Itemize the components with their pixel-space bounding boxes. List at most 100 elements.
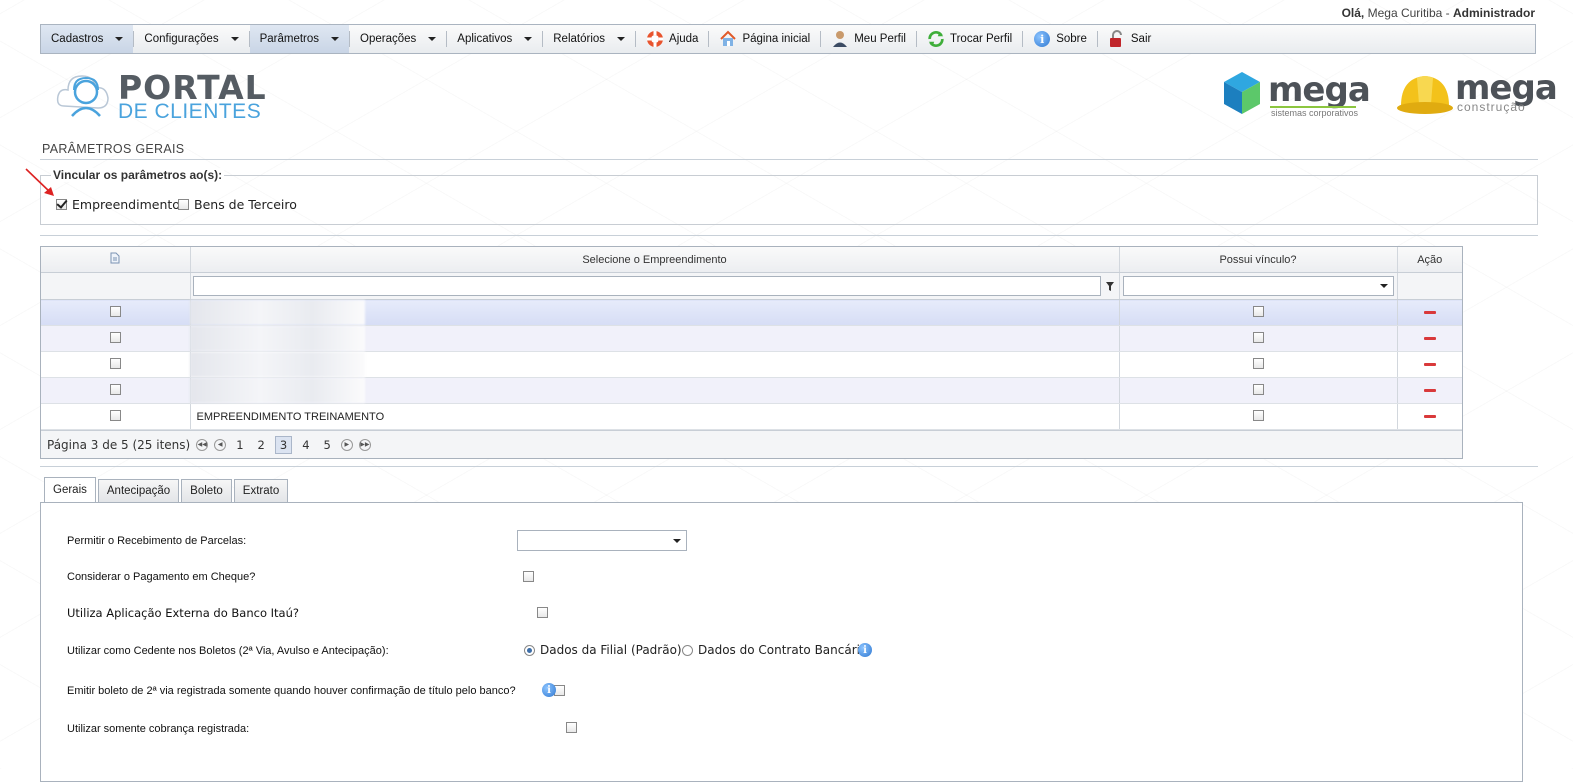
filter-empty-cell: [41, 272, 191, 300]
menu-pagina-inicial[interactable]: Página inicial: [709, 25, 820, 53]
menu-pagina-inicial-label: Página inicial: [742, 33, 811, 45]
row-checkbox[interactable]: [109, 409, 121, 421]
vinculo-checkbox[interactable]: [1252, 305, 1264, 317]
page-link-2[interactable]: 2: [254, 437, 269, 453]
grid-header: Selecione o Empreendimento Possui víncul…: [41, 247, 1462, 273]
emitir-label: Emitir boleto de 2ª via registrada somen…: [67, 685, 516, 697]
row-vinculo-cell: [1119, 403, 1398, 430]
bens-terceiro-checkbox[interactable]: [178, 199, 189, 210]
option-empreendimento[interactable]: Empreendimento: [56, 197, 180, 212]
remove-icon[interactable]: [1423, 415, 1436, 419]
permitir-label: Permitir o Recebimento de Parcelas:: [67, 535, 247, 547]
first-page-icon[interactable]: ◀◀: [196, 438, 209, 451]
remove-icon[interactable]: [1423, 337, 1436, 341]
col-header-empreendimento[interactable]: Selecione o Empreendimento: [190, 247, 1120, 273]
vinculo-checkbox[interactable]: [1252, 357, 1264, 369]
contrato-radio[interactable]: [682, 644, 693, 656]
menu-sair[interactable]: Sair: [1098, 25, 1161, 53]
refresh-icon: [927, 30, 945, 48]
table-row[interactable]: [41, 325, 1462, 352]
unlock-icon: [1108, 30, 1126, 48]
remove-icon[interactable]: [1423, 311, 1436, 315]
menu-sobre[interactable]: i Sobre: [1023, 25, 1097, 53]
menu-trocar-perfil[interactable]: Trocar Perfil: [917, 25, 1022, 53]
table-row[interactable]: [41, 351, 1462, 378]
row-name: EMPREENDIMENTO TREINAMENTO: [196, 410, 385, 423]
menu-aplicativos[interactable]: Aplicativos: [447, 25, 542, 53]
last-page-icon[interactable]: ▶▶: [358, 438, 371, 451]
next-page-icon[interactable]: ▶: [340, 438, 353, 451]
page-link-5[interactable]: 5: [320, 437, 335, 453]
remove-icon[interactable]: [1423, 363, 1436, 367]
chevron-down-icon: [115, 37, 124, 41]
chevron-down-icon: [428, 37, 437, 41]
filter-vinculo-select[interactable]: [1122, 276, 1394, 296]
vinculo-checkbox[interactable]: [1252, 409, 1264, 421]
chevron-down-icon: [230, 37, 239, 41]
radio-option-filial[interactable]: Dados da Filial (Padrão): [524, 643, 682, 657]
portal-clientes-logo: PORTAL DE CLIENTES: [56, 66, 266, 126]
menu-configuracoes[interactable]: Configurações: [134, 25, 248, 53]
filial-radio[interactable]: [524, 644, 535, 656]
itau-checkbox[interactable]: [537, 607, 549, 618]
info-icon[interactable]: i: [542, 683, 556, 697]
divider: [40, 235, 1538, 236]
vinculo-checkbox[interactable]: [1252, 331, 1264, 343]
permitir-select[interactable]: [517, 530, 687, 551]
page-link-1[interactable]: 1: [232, 437, 247, 453]
tab-boleto[interactable]: Boleto: [181, 479, 232, 502]
table-row[interactable]: EMPREENDIMENTO TREINAMENTO: [41, 403, 1462, 430]
bens-terceiro-label: Bens de Terceiro: [194, 197, 297, 212]
filter-icon[interactable]: [1105, 282, 1114, 291]
page-link-3[interactable]: 3: [274, 435, 293, 454]
vinculo-checkbox[interactable]: [1252, 383, 1264, 395]
row-action-cell: [1397, 403, 1462, 430]
grid-pager: Página 3 de 5 (25 itens) ◀◀ ◀ 1 2 3 4 5 …: [41, 430, 1462, 458]
redacted-name: [189, 352, 365, 377]
row-select-cell: [41, 351, 191, 378]
lifebuoy-icon: [646, 30, 664, 48]
row-vinculo-cell: [1119, 299, 1398, 326]
menu-sair-label: Sair: [1130, 33, 1152, 45]
table-row[interactable]: [41, 377, 1462, 404]
row-checkbox[interactable]: [109, 383, 121, 395]
row-name-cell: [189, 351, 1120, 378]
tab-extrato[interactable]: Extrato: [233, 479, 289, 502]
tab-panel-gerais: [40, 502, 1523, 782]
remove-icon[interactable]: [1423, 389, 1436, 393]
select-all-header[interactable]: [41, 247, 191, 273]
menu-relatorios[interactable]: Relatórios: [543, 25, 635, 53]
row-checkbox[interactable]: [109, 305, 121, 317]
menu-operacoes[interactable]: Operações: [350, 25, 446, 53]
row-name-cell: [189, 299, 1120, 326]
red-arrow-annotation: [25, 168, 54, 196]
cobranca-checkbox[interactable]: [566, 722, 578, 733]
filter-empreendimento-cell: [190, 272, 1120, 300]
tab-antecipacao[interactable]: Antecipação: [97, 479, 180, 502]
page-link-4[interactable]: 4: [298, 437, 313, 453]
info-icon[interactable]: i: [858, 643, 872, 657]
col-header-vinculo[interactable]: Possui vínculo?: [1119, 247, 1398, 273]
filter-acao-cell: [1397, 272, 1462, 300]
prev-page-icon[interactable]: ◀: [214, 438, 227, 451]
menu-ajuda[interactable]: Ajuda: [636, 25, 708, 53]
tab-gerais[interactable]: Gerais: [44, 477, 96, 502]
empreendimento-checkbox[interactable]: [56, 199, 67, 210]
menu-trocar-perfil-label: Trocar Perfil: [950, 33, 1013, 45]
row-checkbox[interactable]: [109, 331, 121, 343]
menu-aplicativos-label: Aplicativos: [457, 33, 513, 45]
mega-sistemas-logo: mega sistemas corporativos: [1222, 70, 1371, 122]
menu-cadastros[interactable]: Cadastros: [41, 25, 134, 53]
row-select-cell: [41, 403, 191, 430]
table-row[interactable]: [41, 299, 1462, 326]
menu-meu-perfil[interactable]: Meu Perfil: [821, 25, 916, 53]
radio-option-contrato[interactable]: Dados do Contrato Bancário: [682, 643, 867, 657]
cheque-checkbox[interactable]: [523, 571, 534, 582]
menu-parametros[interactable]: Parâmetros: [249, 25, 350, 53]
filter-empreendimento-input[interactable]: [192, 276, 1101, 296]
hardhat-icon: [1397, 76, 1453, 114]
row-checkbox[interactable]: [109, 357, 121, 369]
option-bens-terceiro[interactable]: Bens de Terceiro: [178, 197, 297, 212]
row-action-cell: [1397, 351, 1462, 378]
row-select-cell: [41, 299, 191, 326]
